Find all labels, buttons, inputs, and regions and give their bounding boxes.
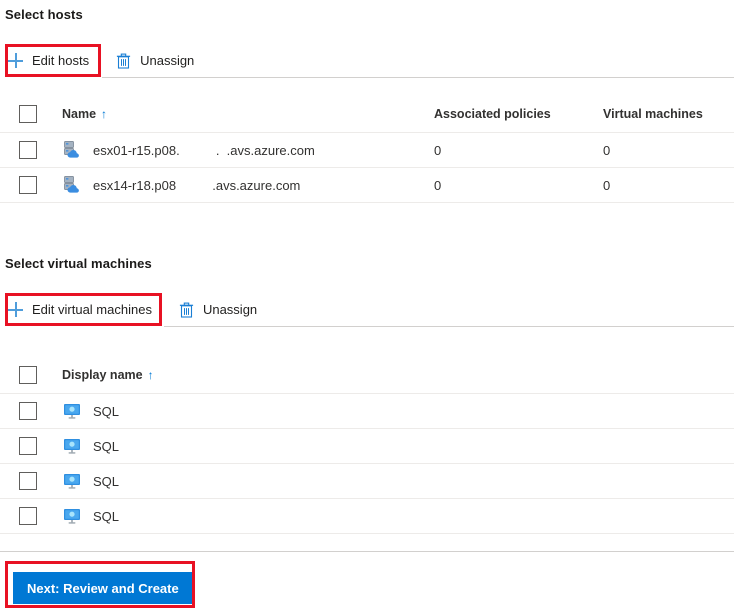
vm-row-checkbox-cell [0,393,62,429]
hosts-column-associated-policies-label: Associated policies [434,106,551,121]
vm-row-checkbox[interactable] [19,402,37,420]
hosts-table-header-row: Name ↑ Associated policies Virtual machin… [0,95,734,133]
plus-icon [7,301,24,318]
edit-hosts-button[interactable]: Edit hosts [0,45,98,76]
virtual-machine-icon [62,436,82,456]
table-row[interactable]: SQL [0,463,734,499]
host-row-associated-policies: 0 [434,132,603,168]
plus-icon [7,52,24,69]
hosts-table-container: Name ↑ Associated policies Virtual machin… [0,95,734,203]
host-row-name: esx14-r18.p08 .avs.azure.com [93,177,301,193]
hosts-select-all-checkbox[interactable] [19,104,37,123]
sort-ascending-icon: ↑ [101,106,108,121]
table-row[interactable]: SQL [0,428,734,464]
vm-row-checkbox-cell [0,428,62,464]
virtual-machine-icon [62,401,82,421]
hosts-column-virtual-machines-label: Virtual machines [603,106,703,121]
vm-row-display-name: SQL [93,473,120,489]
hosts-command-bar: Edit hosts Unassign [0,45,203,76]
vm-row-display-name-cell: SQL [62,463,734,499]
trash-icon [178,301,195,318]
host-row-name: esx01-r15.p08. . .avs.azure.com [93,142,315,158]
host-row-virtual-machines: 0 [603,132,734,168]
virtual-machine-icon [62,471,82,491]
host-cloud-icon [62,140,82,160]
virtual-machine-icon [62,506,82,526]
virtual-machines-table: Display name ↑ SQL SQL SQL SQL [0,356,734,534]
hosts-column-name-label: Name [62,106,97,121]
hosts-column-name[interactable]: Name ↑ [62,95,434,133]
select-hosts-heading: Select hosts [5,7,83,22]
vm-row-checkbox-cell [0,463,62,499]
vms-column-display-name-label: Display name [62,367,143,382]
host-row-name-cell: esx14-r18.p08 .avs.azure.com [62,167,434,203]
virtual-machines-table-container: Display name ↑ SQL SQL SQL SQL [0,356,734,534]
host-row-name-cell: esx01-r15.p08. . .avs.azure.com [62,132,434,168]
table-row[interactable]: esx14-r18.p08 .avs.azure.com 0 0 [0,167,734,203]
edit-virtual-machines-label: Edit virtual machines [32,302,152,317]
next-review-and-create-button[interactable]: Next: Review and Create [13,572,193,604]
vm-row-display-name: SQL [93,438,120,454]
hosts-column-associated-policies[interactable]: Associated policies [434,95,603,133]
edit-hosts-label: Edit hosts [32,53,90,68]
vm-row-display-name-cell: SQL [62,498,734,534]
unassign-hosts-label: Unassign [140,53,195,68]
hosts-select-all-cell [0,95,62,133]
hosts-toolbar-divider [102,77,734,78]
host-row-checkbox[interactable] [19,141,37,159]
host-row-checkbox[interactable] [19,176,37,194]
vms-column-display-name[interactable]: Display name ↑ [62,356,734,394]
trash-icon [115,52,132,69]
vm-row-display-name-cell: SQL [62,428,734,464]
table-row[interactable]: SQL [0,393,734,429]
sort-ascending-icon: ↑ [147,367,154,382]
unassign-virtual-machines-button[interactable]: Unassign [171,294,266,325]
vms-toolbar-divider [164,326,734,327]
vm-row-display-name: SQL [93,508,120,524]
select-virtual-machines-heading: Select virtual machines [5,256,152,271]
vms-command-bar: Edit virtual machines Unassign [0,294,266,325]
unassign-hosts-button[interactable]: Unassign [108,45,203,76]
vm-row-checkbox[interactable] [19,472,37,490]
vm-row-checkbox[interactable] [19,437,37,455]
host-row-checkbox-cell [0,167,62,203]
edit-virtual-machines-button[interactable]: Edit virtual machines [0,294,161,325]
host-row-virtual-machines: 0 [603,167,734,203]
vm-row-checkbox[interactable] [19,507,37,525]
hosts-column-virtual-machines[interactable]: Virtual machines [603,95,734,133]
hosts-table: Name ↑ Associated policies Virtual machin… [0,95,734,203]
vms-table-header-row: Display name ↑ [0,356,734,394]
footer-divider [0,551,734,552]
table-row[interactable]: esx01-r15.p08. . .avs.azure.com 0 0 [0,132,734,168]
host-cloud-icon [62,175,82,195]
vm-row-display-name: SQL [93,403,120,419]
footer-actions: Next: Review and Create [13,572,193,604]
unassign-virtual-machines-label: Unassign [202,302,258,317]
vms-select-all-checkbox[interactable] [19,365,37,384]
vms-select-all-cell [0,356,62,394]
vm-row-checkbox-cell [0,498,62,534]
vm-row-display-name-cell: SQL [62,393,734,429]
host-row-checkbox-cell [0,132,62,168]
host-row-associated-policies: 0 [434,167,603,203]
table-row[interactable]: SQL [0,498,734,534]
